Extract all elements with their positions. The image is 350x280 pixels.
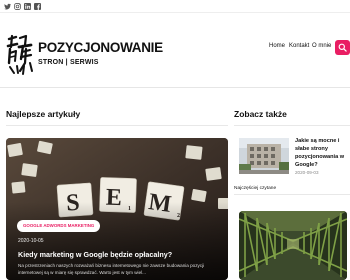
logo-subtitle: STRON | SERWIS	[38, 59, 99, 66]
featured-post-card[interactable]: S E M 1 2 GOOGLE ADWORDS MARKETING 2020-…	[6, 138, 228, 280]
twitter-icon[interactable]	[4, 3, 11, 10]
section-divider	[234, 125, 350, 126]
search-button[interactable]	[335, 40, 350, 55]
nav-o-mnie[interactable]: O mnie	[312, 43, 331, 49]
facebook-icon[interactable]	[34, 3, 41, 10]
post-title[interactable]: Kiedy marketing w Google będzie opłacaln…	[18, 250, 172, 259]
calligraphy-logo-icon	[6, 34, 33, 75]
sidebar-post-date: 2020-09-03	[295, 170, 319, 175]
section-title-best-articles: Najlepsze artykuły	[6, 109, 81, 119]
nav-home[interactable]: Home	[269, 43, 285, 49]
sidebar-post-thumbnail[interactable]	[239, 138, 289, 174]
post-date: 2020-10-05	[18, 238, 44, 244]
bridge-image	[239, 211, 347, 280]
linkedin-icon[interactable]	[24, 3, 31, 10]
popular-label: Najczęściej czytane	[234, 186, 277, 191]
post-excerpt: Na przestrzeniach naszych rozważań bizne…	[18, 263, 205, 275]
popular-post-thumbnail[interactable]	[239, 211, 347, 280]
search-icon	[338, 43, 347, 52]
building-image	[239, 138, 289, 174]
section-title-see-also: Zobacz także	[234, 109, 287, 119]
category-badge[interactable]: GOOGLE ADWORDS MARKETING	[17, 220, 101, 232]
instagram-icon[interactable]	[14, 3, 21, 10]
site-logo[interactable]: POZYCJONOWANIE STRON | SERWIS	[6, 33, 163, 79]
sidebar-post-title[interactable]: Jakie są mocne i słabe strony pozycjonow…	[295, 137, 347, 169]
section-divider	[6, 125, 228, 126]
top-bar	[0, 0, 350, 13]
popular-divider	[234, 194, 350, 195]
site-header: POZYCJONOWANIE STRON | SERWIS Home Konta…	[0, 13, 350, 88]
logo-title: POZYCJONOWANIE	[38, 40, 163, 55]
nav-kontakt[interactable]: Kontakt	[289, 43, 309, 49]
